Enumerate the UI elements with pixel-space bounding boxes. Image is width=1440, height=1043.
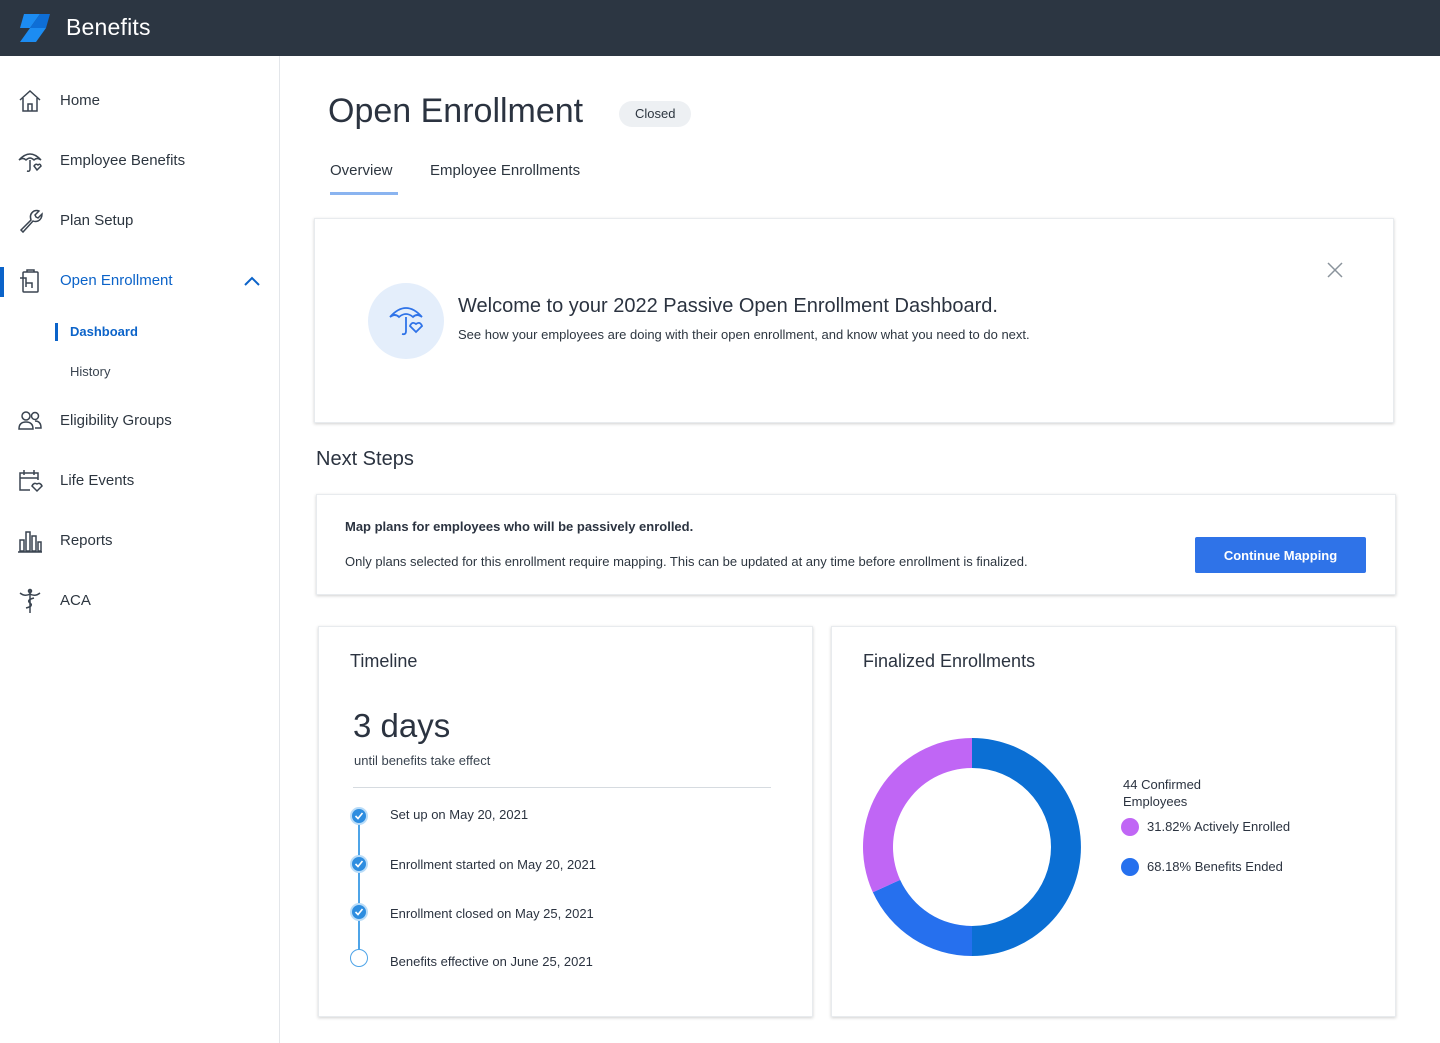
calendar-heart-icon <box>19 470 43 493</box>
wrench-icon <box>19 209 43 234</box>
sidebar-item-label: Employee Benefits <box>60 152 186 169</box>
sidebar-item-life-events[interactable]: Life Events <box>0 459 279 503</box>
welcome-icon-badge <box>368 283 444 359</box>
app-title: Benefits <box>66 14 151 40</box>
people-icon <box>18 411 42 430</box>
tab-employee-enrollments[interactable]: Employee Enrollments <box>430 162 580 179</box>
donut-slice-benefits-ended <box>972 738 1081 956</box>
sidebar-item-plan-setup[interactable]: Plan Setup <box>0 199 279 243</box>
benefits-logo-icon[interactable] <box>16 12 50 44</box>
umbrella-heart-icon <box>389 307 424 336</box>
next-steps-card: Map plans for employees who will be pass… <box>316 494 1396 595</box>
chevron-up-icon[interactable] <box>243 275 261 287</box>
sidebar-item-open-enrollment[interactable]: Open Enrollment <box>0 259 279 303</box>
next-step-title: Map plans for employees who will be pass… <box>345 519 694 534</box>
tab-overview[interactable]: Overview <box>330 162 393 179</box>
donut-slice-benefits-ended <box>872 879 972 956</box>
sidebar-item-label: Life Events <box>60 472 135 489</box>
timeline-event: Enrollment closed on May 25, 2021 <box>390 906 594 921</box>
sidebar-item-employee-benefits[interactable]: Employee Benefits <box>0 139 279 183</box>
sidebar-subitem-history[interactable]: History <box>0 356 279 386</box>
welcome-subtitle: See how your employees are doing with th… <box>458 327 1030 342</box>
finalized-enrollments-title: Finalized Enrollments <box>863 651 1036 671</box>
sidebar-item-label: Home <box>60 92 101 109</box>
sidebar: Home Employee Benefits Plan Setup Open E… <box>0 56 280 1043</box>
donut-slice-actively-enrolled <box>863 738 972 893</box>
active-tab-indicator <box>330 192 398 195</box>
sidebar-subitem-dashboard[interactable]: Dashboard <box>0 316 279 346</box>
timeline-check-icon <box>350 855 368 873</box>
sidebar-item-label: Eligibility Groups <box>60 412 172 429</box>
days-remaining: 3 days <box>353 707 451 744</box>
timeline-event: Set up on May 20, 2021 <box>390 807 529 822</box>
umbrella-heart-icon <box>18 153 42 172</box>
sidebar-item-label: Reports <box>60 532 113 549</box>
timeline-track <box>358 817 360 957</box>
timeline-title: Timeline <box>350 651 418 671</box>
divider <box>353 787 771 788</box>
timeline-event: Enrollment started on May 20, 2021 <box>390 857 596 872</box>
sidebar-item-home[interactable]: Home <box>0 79 279 123</box>
caduceus-icon <box>19 588 41 613</box>
timeline-check-icon <box>350 807 368 825</box>
welcome-card: Welcome to your 2022 Passive Open Enroll… <box>314 218 1394 423</box>
sidebar-subitem-label: Dashboard <box>70 324 138 339</box>
legend-label: 68.18% Benefits Ended <box>1147 859 1283 874</box>
sidebar-item-reports[interactable]: Reports <box>0 519 279 563</box>
status-badge: Closed <box>619 101 692 127</box>
finalized-enrollments-card: Finalized Enrollments 44 Confirmed Emplo… <box>831 626 1396 1017</box>
legend-swatch <box>1121 818 1139 836</box>
sidebar-subitem-label: History <box>70 364 111 379</box>
timeline-card: Timeline 3 days until benefits take effe… <box>318 626 813 1017</box>
next-step-description: Only plans selected for this enrollment … <box>345 554 1028 569</box>
close-icon[interactable] <box>1325 260 1345 280</box>
timeline-pending-icon <box>350 949 368 967</box>
sidebar-item-label: Open Enrollment <box>60 272 173 289</box>
clipboard-icon <box>20 269 39 293</box>
legend-swatch <box>1121 858 1139 876</box>
sidebar-item-label: Plan Setup <box>60 212 134 229</box>
continue-mapping-button[interactable]: Continue Mapping <box>1195 537 1366 573</box>
sidebar-item-eligibility-groups[interactable]: Eligibility Groups <box>0 399 279 443</box>
donut-chart <box>863 738 1081 956</box>
sidebar-item-aca[interactable]: ACA <box>0 579 279 623</box>
bar-chart-icon <box>18 531 42 553</box>
sidebar-item-label: ACA <box>60 592 91 609</box>
next-steps-heading: Next Steps <box>316 448 414 470</box>
legend-label: 31.82% Actively Enrolled <box>1147 819 1291 834</box>
days-caption: until benefits take effect <box>354 753 491 768</box>
welcome-title: Welcome to your 2022 Passive Open Enroll… <box>458 295 998 317</box>
page-title: Open Enrollment <box>328 92 584 130</box>
timeline-check-icon <box>350 903 368 921</box>
legend-heading: 44 Confirmed Employees <box>1123 777 1202 809</box>
top-bar: Benefits <box>0 0 1440 56</box>
home-icon <box>19 89 41 112</box>
timeline-event: Benefits effective on June 25, 2021 <box>390 954 593 969</box>
